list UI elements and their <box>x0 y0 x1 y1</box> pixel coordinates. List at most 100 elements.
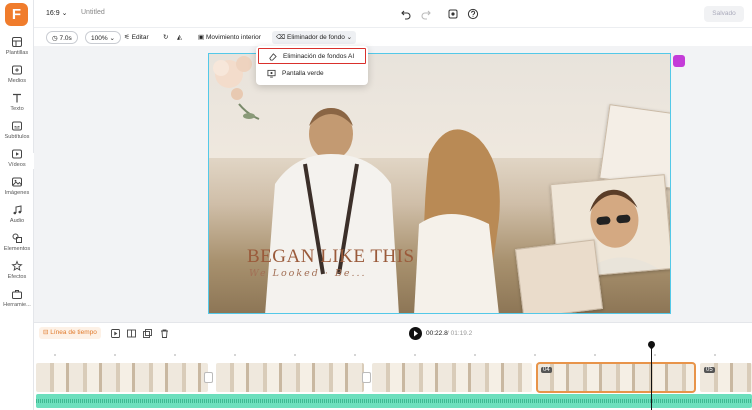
sidebar-item-label: Plantillas <box>5 50 29 56</box>
selected-clip-frame[interactable] <box>536 362 696 393</box>
ruler-tick <box>594 354 596 356</box>
images-icon <box>12 177 22 187</box>
sidebar: F Plantillas Medios Texto Subtítulos Víd… <box>0 0 34 410</box>
transition-icon[interactable] <box>362 372 371 383</box>
headline-text[interactable]: BEGAN LIKE THIS <box>247 246 415 268</box>
timeline-clip[interactable] <box>216 363 364 392</box>
total-time: / 01:19.2 <box>447 330 473 337</box>
chevron-down-icon: ⌄ <box>346 34 353 41</box>
motion-icon: ▣ <box>198 34 205 41</box>
play-clip-icon[interactable] <box>111 329 120 338</box>
ruler-tick <box>474 354 476 356</box>
split-icon[interactable] <box>127 329 136 338</box>
timeline-ruler[interactable] <box>34 345 752 359</box>
effects-icon <box>11 260 23 271</box>
screen-capture-icon[interactable] <box>447 8 459 20</box>
sliders-icon: ⚟ <box>124 34 130 41</box>
save-button[interactable]: Salvado <box>704 6 744 22</box>
chevron-down-icon: ⌄ <box>61 10 68 17</box>
eraser-icon <box>269 53 277 61</box>
zoom-value: 100% <box>91 35 108 42</box>
audio-track[interactable] <box>36 394 752 408</box>
sidebar-item-text[interactable]: Texto <box>0 92 34 112</box>
elements-icon <box>12 233 22 243</box>
sidebar-item-label: Efectos <box>7 274 27 280</box>
ruler-tick <box>534 354 536 356</box>
sidebar-item-videos[interactable]: Vídeos <box>0 148 34 168</box>
duration-value: 7.0s <box>59 35 72 42</box>
motion-button[interactable]: ▣ Movimiento interior <box>198 31 261 44</box>
videos-icon <box>12 149 22 159</box>
edit-label: Editar <box>131 34 149 41</box>
clip-number: 04 <box>541 367 552 373</box>
subline-text[interactable]: We Looked · Be... <box>249 268 367 279</box>
ruler-tick <box>354 354 356 356</box>
undo-icon[interactable] <box>400 8 412 20</box>
duration-field[interactable]: ◷ 7.0s <box>46 31 78 44</box>
sidebar-item-effects[interactable]: Efectos <box>0 260 34 280</box>
play-icon <box>414 330 418 337</box>
aspect-ratio-select[interactable]: 16:9 ⌄ <box>46 9 67 17</box>
couple-woman-figure <box>414 129 500 313</box>
current-time: 00:22.8 <box>426 330 448 337</box>
plugin-icon[interactable] <box>673 55 685 67</box>
video-canvas[interactable]: BEGAN LIKE THIS We Looked · Be... <box>208 53 671 314</box>
menu-item-ai-bg-removal[interactable]: Eliminación de fondos AI <box>258 48 366 64</box>
delete-icon[interactable] <box>160 329 169 338</box>
sidebar-item-audio[interactable]: Audio <box>0 204 34 224</box>
play-button[interactable] <box>409 327 422 340</box>
duplicate-icon[interactable] <box>143 329 152 338</box>
sidebar-item-tools[interactable]: Herramie... <box>0 288 34 308</box>
subtitles-icon <box>12 121 22 131</box>
sidebar-item-label: Medios <box>7 78 27 84</box>
help-icon[interactable] <box>467 8 479 20</box>
photo-card <box>515 239 603 313</box>
bg-remover-label: Eliminador de fondo <box>287 34 345 41</box>
sidebar-item-label: Imágenes <box>4 190 30 196</box>
sidebar-item-media[interactable]: Medios <box>0 64 34 84</box>
clock-icon: ◷ <box>52 35 58 42</box>
timeline-panel: ⊟ Línea de tiempo 00:22.8 / 01:19.2 04 0… <box>34 322 752 410</box>
edit-button[interactable]: ⚟ Editar <box>124 31 149 44</box>
timeline-clip[interactable] <box>36 363 208 392</box>
sidebar-item-label: Vídeos <box>8 162 26 168</box>
rotate-icon[interactable]: ↻ <box>163 31 168 44</box>
ruler-tick <box>234 354 236 356</box>
sidebar-item-label: Audio <box>9 218 25 224</box>
audio-icon <box>13 205 22 215</box>
audio-waveform <box>36 399 752 403</box>
motion-label: Movimiento interior <box>205 34 261 41</box>
tab-timeline[interactable]: ⊟ Línea de tiempo <box>39 327 101 339</box>
templates-icon <box>12 37 22 47</box>
edit-toolbar: ◷ 7.0s 100% ⌄ ⚟ Editar ↻ ◭ ▣ Movimiento … <box>34 28 752 46</box>
sidebar-item-images[interactable]: Imágenes <box>0 176 34 196</box>
project-title[interactable]: Untitled <box>81 9 105 16</box>
playhead[interactable] <box>651 343 652 410</box>
sidebar-item-label: Texto <box>10 106 24 112</box>
menu-item-green-screen[interactable]: Pantalla verde <box>258 66 366 82</box>
couple-man-figure <box>265 108 399 313</box>
video-track: 04 05 <box>36 362 752 393</box>
sidebar-item-templates[interactable]: Plantillas <box>0 36 34 56</box>
green-screen-icon <box>267 69 276 78</box>
sidebar-item-subtitles[interactable]: Subtítulos <box>0 120 34 140</box>
timeline-icon: ⊟ <box>43 329 49 336</box>
zoom-select[interactable]: 100% ⌄ <box>85 31 121 44</box>
transition-icon[interactable] <box>204 372 213 383</box>
aspect-ratio-value: 16:9 <box>46 10 60 17</box>
ruler-tick <box>294 354 296 356</box>
text-icon <box>13 93 21 103</box>
ruler-tick <box>174 354 176 356</box>
sidebar-item-label: Herramie... <box>3 302 31 308</box>
timeline-clip[interactable] <box>372 363 532 392</box>
sidebar-item-elements[interactable]: Elementos <box>0 232 34 252</box>
bg-remover-menu: Eliminación de fondos AI Pantalla verde <box>256 46 368 85</box>
bg-remover-button[interactable]: ⌫ Eliminador de fondo ⌄ <box>272 31 357 44</box>
media-icon <box>12 65 22 75</box>
flip-icon[interactable]: ◭ <box>177 31 182 44</box>
ruler-tick <box>654 354 656 356</box>
clip-number: 05 <box>704 367 715 373</box>
app-logo[interactable]: F <box>5 3 28 26</box>
redo-icon[interactable] <box>420 8 432 20</box>
top-bar: 16:9 ⌄ Untitled Salvado <box>34 0 752 28</box>
